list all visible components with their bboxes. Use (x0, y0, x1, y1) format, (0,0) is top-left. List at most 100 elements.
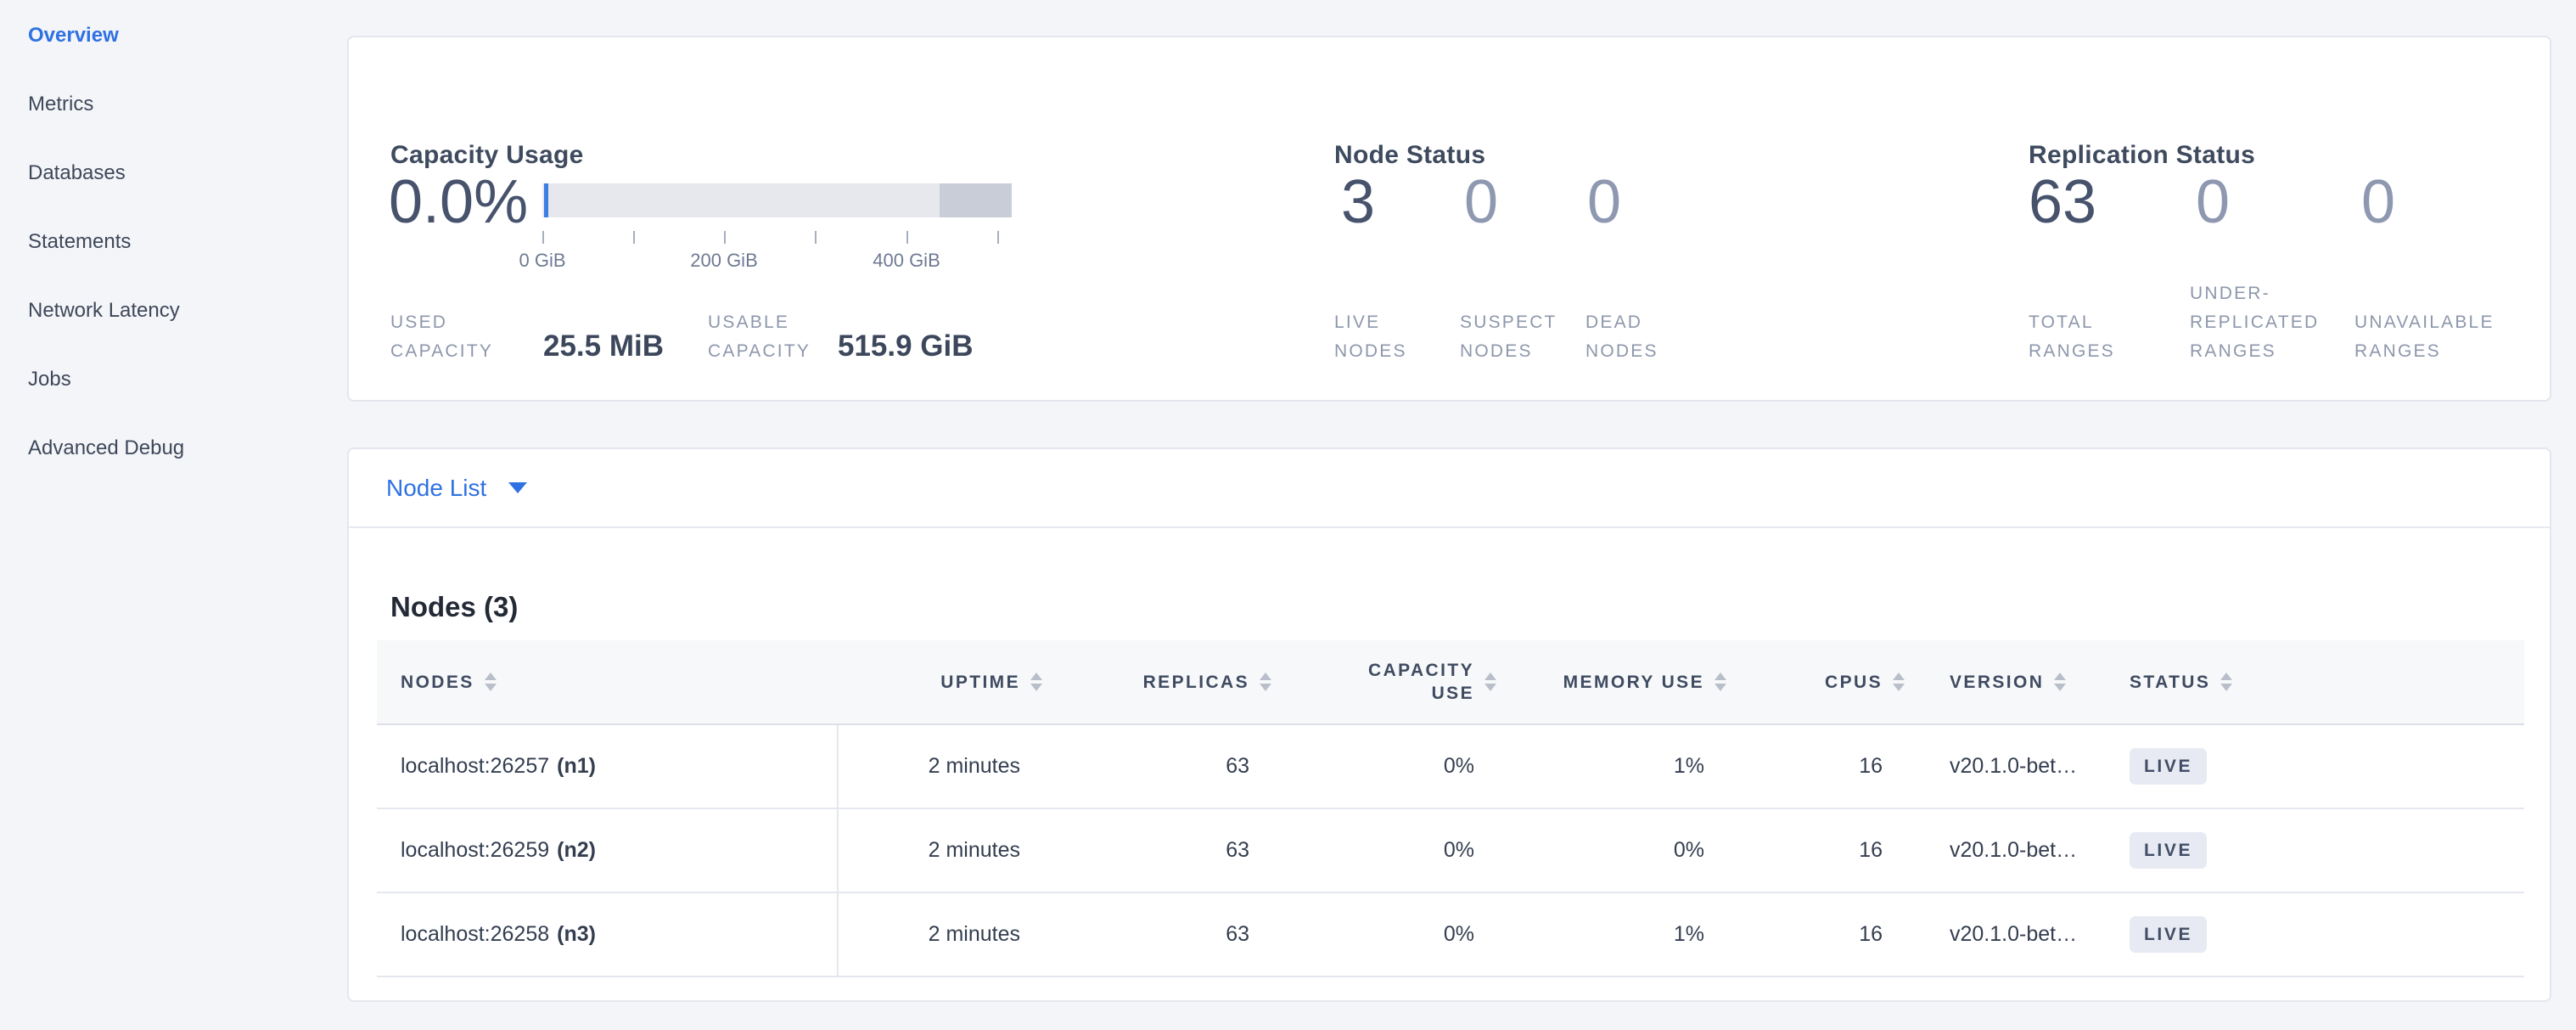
total-ranges-label: TOTAL RANGES (2029, 308, 2115, 366)
col-header-label: VERSION (1950, 671, 2044, 694)
dead-nodes-count: 0 (1587, 172, 1621, 233)
nodes-table: NODES UPTIME REPLICAS CAPACITY USE MEMOR… (377, 640, 2524, 977)
cell-memory-use: 1% (1508, 893, 1738, 976)
node-list-dropdown[interactable]: Node List (349, 449, 2550, 528)
col-header-version[interactable]: VERSION (1917, 640, 2102, 723)
chevron-down-icon (508, 482, 527, 493)
sidebar-item-statements[interactable]: Statements (28, 230, 344, 299)
sort-icon (1715, 673, 1726, 691)
cell-uptime: 2 minutes (839, 809, 1054, 892)
cell-status: LIVE (2102, 809, 2524, 892)
axis-tick (997, 231, 999, 244)
col-header-label: REPLICAS (1143, 671, 1249, 694)
sort-icon (1260, 673, 1271, 691)
status-badge: LIVE (2130, 916, 2207, 953)
cell-node-address[interactable]: localhost:26258 (n3) (377, 893, 839, 976)
under-replicated-ranges-label: UNDER- REPLICATED RANGES (2190, 279, 2319, 366)
nodes-card: Node List Nodes (3) NODES UPTIME REPLICA… (347, 447, 2551, 1002)
sidebar-item-metrics[interactable]: Metrics (28, 93, 344, 161)
cell-cpus: 16 (1738, 893, 1917, 976)
axis-tick-label: 400 GiB (873, 250, 940, 272)
unavailable-ranges-label: UNAVAILABLE RANGES (2354, 308, 2495, 366)
live-nodes-count: 3 (1341, 172, 1375, 233)
node-id: (n1) (557, 754, 596, 779)
table-row[interactable]: localhost:26259 (n2) 2 minutes 63 0% 0% … (377, 809, 2524, 893)
used-capacity-label: USED CAPACITY (390, 308, 493, 366)
unavailable-ranges-count: 0 (2361, 172, 2395, 233)
cell-uptime: 2 minutes (839, 725, 1054, 808)
axis-tick (906, 231, 908, 244)
status-badge: LIVE (2130, 748, 2207, 785)
cell-version: v20.1.0-bet… (1917, 725, 2102, 808)
cell-cpus: 16 (1738, 725, 1917, 808)
col-header-status[interactable]: STATUS (2102, 640, 2524, 723)
col-header-label: STATUS (2130, 671, 2210, 694)
cell-node-address[interactable]: localhost:26259 (n2) (377, 809, 839, 892)
axis-tick (542, 231, 544, 244)
sort-icon (485, 673, 497, 691)
table-row[interactable]: localhost:26258 (n3) 2 minutes 63 0% 1% … (377, 893, 2524, 977)
axis-tick-label: 0 GiB (519, 250, 565, 272)
cluster-summary-card: Capacity Usage 0.0% 0 GiB 200 GiB 400 Gi… (347, 36, 2551, 402)
axis-tick (724, 231, 726, 244)
node-id: (n3) (557, 922, 596, 947)
cell-memory-use: 0% (1508, 809, 1738, 892)
live-nodes-label: LIVE NODES (1334, 308, 1407, 366)
cell-status: LIVE (2102, 725, 2524, 808)
sort-icon (1484, 673, 1496, 691)
usable-capacity-label: USABLE CAPACITY (708, 308, 811, 366)
used-capacity-value: 25.5 MiB (543, 331, 664, 361)
capacity-usage-bar (542, 183, 1012, 217)
col-header-label: CAPACITY USE (1362, 659, 1474, 705)
capacity-bar-used-segment (544, 183, 548, 217)
sidebar-item-network-latency[interactable]: Network Latency (28, 299, 344, 368)
cell-capacity-use: 0% (1283, 725, 1508, 808)
cell-replicas: 63 (1054, 809, 1283, 892)
usable-capacity-value: 515.9 GiB (838, 331, 974, 361)
cell-version: v20.1.0-bet… (1917, 893, 2102, 976)
cell-version: v20.1.0-bet… (1917, 809, 2102, 892)
node-id: (n2) (557, 838, 596, 863)
cell-capacity-use: 0% (1283, 893, 1508, 976)
col-header-cpus[interactable]: CPUS (1738, 640, 1917, 723)
nodes-table-header: NODES UPTIME REPLICAS CAPACITY USE MEMOR… (377, 640, 2524, 725)
cell-memory-use: 1% (1508, 725, 1738, 808)
cell-status: LIVE (2102, 893, 2524, 976)
col-header-nodes[interactable]: NODES (377, 640, 839, 723)
axis-tick-label: 200 GiB (690, 250, 758, 272)
node-list-dropdown-label: Node List (386, 475, 486, 502)
suspect-nodes-label: SUSPECT NODES (1460, 308, 1557, 366)
admin-ui-overview-page: Overview Metrics Databases Statements Ne… (0, 0, 2576, 1030)
col-header-label: NODES (401, 671, 474, 694)
sort-icon (2220, 673, 2232, 691)
replication-status-title: Replication Status (2029, 141, 2255, 170)
capacity-usage-title: Capacity Usage (390, 141, 584, 170)
sidebar-item-overview[interactable]: Overview (28, 24, 344, 93)
sidebar-item-jobs[interactable]: Jobs (28, 368, 344, 436)
cell-uptime: 2 minutes (839, 893, 1054, 976)
table-row[interactable]: localhost:26257 (n1) 2 minutes 63 0% 1% … (377, 725, 2524, 809)
capacity-bar-reserved-segment (940, 183, 1012, 217)
sort-icon (2054, 673, 2066, 691)
node-status-title: Node Status (1334, 141, 1485, 170)
col-header-label: CPUS (1825, 671, 1883, 694)
dead-nodes-label: DEAD NODES (1585, 308, 1658, 366)
status-badge: LIVE (2130, 832, 2207, 869)
col-header-label: MEMORY USE (1563, 671, 1704, 694)
sidebar-item-databases[interactable]: Databases (28, 161, 344, 230)
sidebar: Overview Metrics Databases Statements Ne… (0, 0, 344, 505)
sidebar-item-advanced-debug[interactable]: Advanced Debug (28, 436, 344, 505)
node-address: localhost:26258 (401, 922, 549, 947)
capacity-used-percent: 0.0% (389, 172, 528, 233)
suspect-nodes-count: 0 (1464, 172, 1498, 233)
col-header-memory-use[interactable]: MEMORY USE (1508, 640, 1738, 723)
col-header-label: UPTIME (940, 671, 1020, 694)
col-header-uptime[interactable]: UPTIME (839, 640, 1054, 723)
total-ranges-count: 63 (2029, 172, 2096, 233)
under-replicated-ranges-count: 0 (2196, 172, 2230, 233)
cell-node-address[interactable]: localhost:26257 (n1) (377, 725, 839, 808)
col-header-replicas[interactable]: REPLICAS (1054, 640, 1283, 723)
col-header-capacity-use[interactable]: CAPACITY USE (1283, 640, 1508, 723)
cell-replicas: 63 (1054, 725, 1283, 808)
node-address: localhost:26257 (401, 754, 549, 779)
